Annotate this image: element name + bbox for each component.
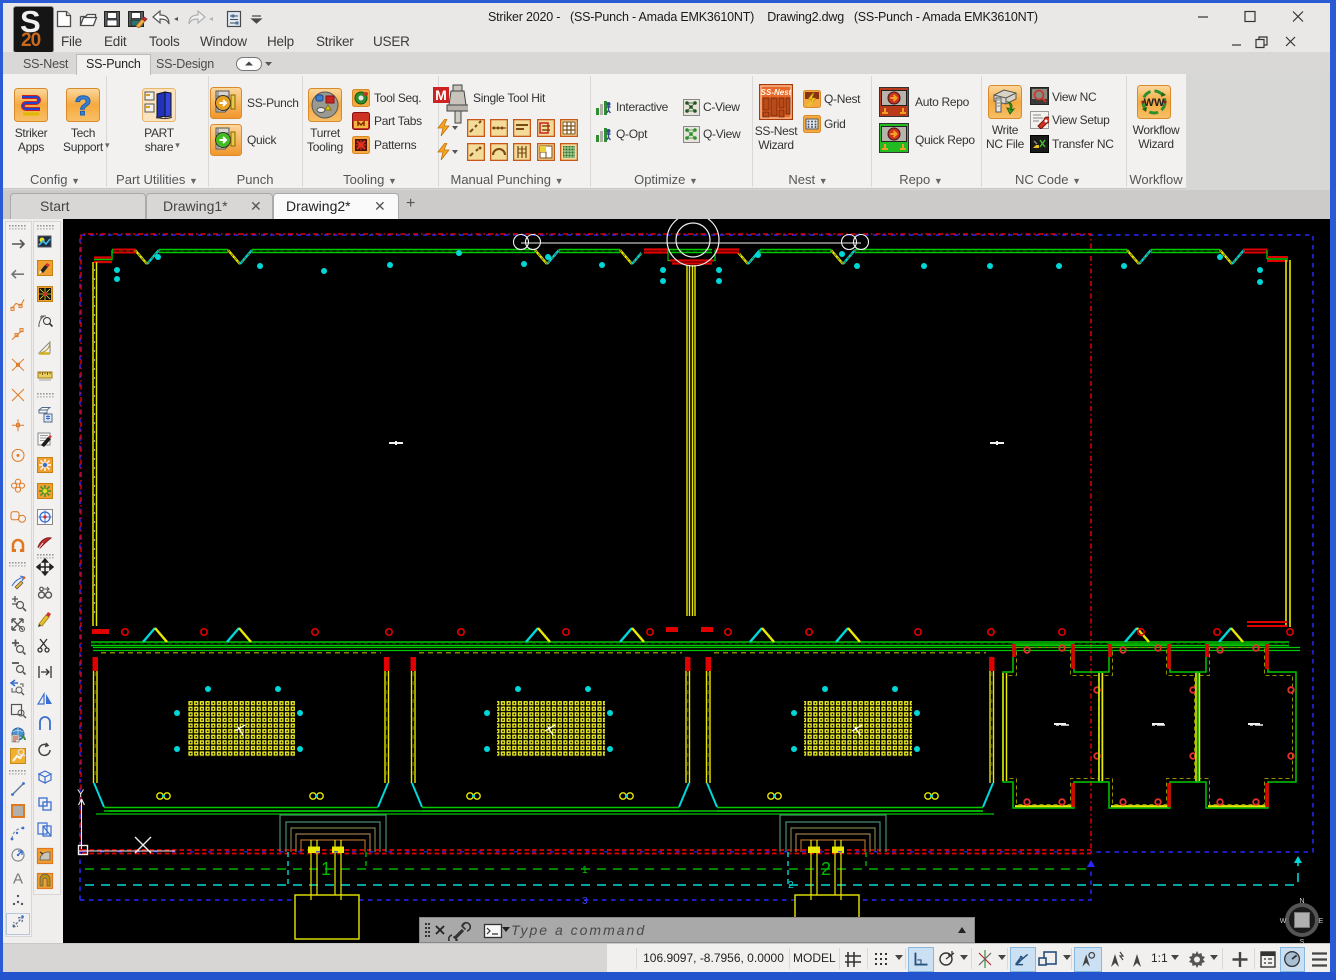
svg-text:W: W [1280, 918, 1287, 925]
svg-text:?: ? [74, 90, 91, 121]
svg-text:M: M [435, 87, 447, 103]
svg-text:WW: WW [1144, 97, 1165, 109]
svg-text:E: E [1319, 918, 1324, 925]
svg-text:1: 1 [582, 865, 588, 876]
svg-text:2: 2 [821, 859, 831, 879]
svg-text:A: A [13, 871, 23, 888]
svg-text:2: 2 [788, 880, 794, 891]
svg-text:1: 1 [321, 859, 331, 879]
svg-text:N: N [1299, 898, 1304, 905]
svg-text:3: 3 [582, 896, 588, 907]
svg-text:SS-Nest: SS-Nest [761, 88, 792, 97]
svg-text:Y: Y [77, 788, 85, 800]
